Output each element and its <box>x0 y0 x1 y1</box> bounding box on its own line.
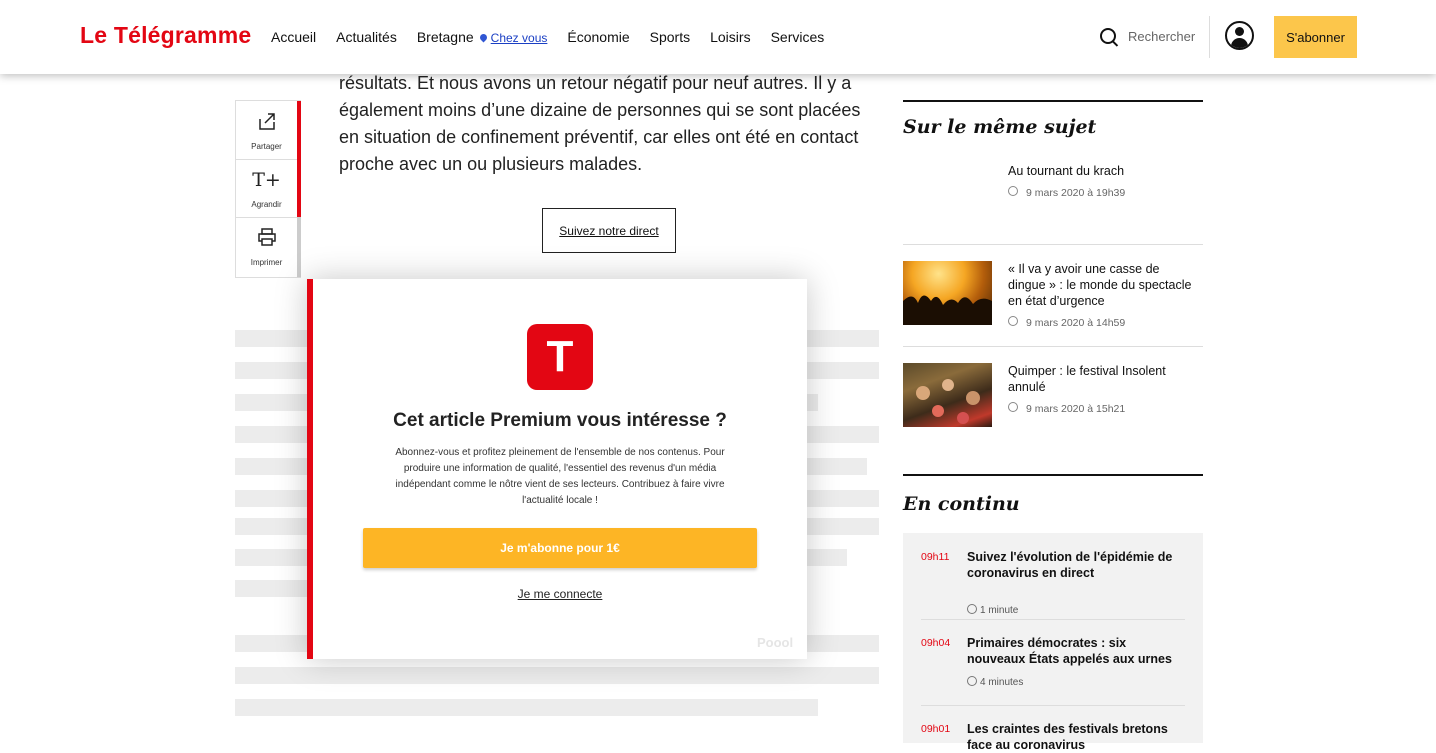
site-header: Le Télégramme Accueil Actualités Bretagn… <box>0 0 1436 74</box>
live-feed-duration: 4 minutes <box>967 675 1023 688</box>
article-paragraph: résultats. Et nous avons un retour négat… <box>339 73 861 174</box>
share-label: Partager <box>251 142 282 151</box>
live-feed-divider <box>921 619 1185 620</box>
share-icon <box>236 111 297 137</box>
premium-paywall-modal: T Cet article Premium vous intéresse ? A… <box>307 279 807 659</box>
continu-section-title: En continu <box>903 493 1020 515</box>
nav-accueil[interactable]: Accueil <box>271 29 316 45</box>
nav-sports[interactable]: Sports <box>650 29 690 45</box>
enlarge-label: Agrandir <box>251 200 282 209</box>
modal-description: Abonnez-vous et profitez pleinement de l… <box>395 447 725 506</box>
live-feed-duration-text: 4 minutes <box>980 677 1024 688</box>
print-label: Imprimer <box>250 258 283 267</box>
nav-economie[interactable]: Économie <box>567 29 629 45</box>
search-label: Rechercher <box>1128 28 1196 44</box>
live-feed-divider <box>921 705 1185 706</box>
related-divider <box>903 346 1203 347</box>
nav-services[interactable]: Services <box>771 29 825 45</box>
related-article-date: 9 mars 2020 à 15h21 <box>1008 402 1125 415</box>
related-article-title[interactable]: Au tournant du krach <box>1008 163 1198 179</box>
related-divider <box>903 244 1203 245</box>
live-feed-time: 09h11 <box>921 551 950 563</box>
related-article-title[interactable]: « Il va y avoir une casse de dingue » : … <box>1008 261 1198 309</box>
clock-icon <box>967 676 977 686</box>
modal-title: Cet article Premium vous intéresse ? <box>393 410 727 431</box>
content-placeholder-line <box>235 667 879 684</box>
telegramme-t-logo: T <box>527 324 593 390</box>
share-toolbar: Partager T+ Agrandir Imprimer <box>235 100 301 278</box>
header-divider <box>1209 16 1210 58</box>
nav-bretagne[interactable]: Bretagne <box>417 29 474 45</box>
related-article-title[interactable]: Quimper : le festival Insolent annulé <box>1008 363 1198 395</box>
follow-live-button[interactable]: Suivez notre direct <box>542 208 676 253</box>
live-feed-time: 09h04 <box>921 637 951 649</box>
user-account-icon[interactable] <box>1225 21 1254 50</box>
concert-crowd-thumbnail[interactable] <box>903 261 992 325</box>
main-nav: Accueil Actualités Bretagne Chez vous Éc… <box>271 29 844 45</box>
share-toolbar-track <box>297 217 301 277</box>
print-icon <box>236 227 297 253</box>
modal-accent-bar <box>307 279 313 659</box>
live-feed-time: 09h01 <box>921 723 951 735</box>
text-size-icon: T+ <box>252 169 281 191</box>
related-date-text: 9 mars 2020 à 19h39 <box>1026 187 1126 199</box>
enlarge-text-button[interactable]: T+ Agrandir <box>236 159 297 218</box>
poool-brand-logo: Poool <box>757 635 794 650</box>
search-icon <box>1100 28 1116 44</box>
festival-crowd-thumbnail[interactable] <box>903 363 992 427</box>
clock-icon <box>1008 316 1018 326</box>
related-date-text: 9 mars 2020 à 14h59 <box>1026 317 1126 329</box>
content-placeholder-line <box>235 699 818 716</box>
live-feed-duration: 1 minute <box>967 603 1018 616</box>
related-top-rule <box>903 100 1203 102</box>
continu-top-rule <box>903 474 1203 476</box>
related-section-title: Sur le même sujet <box>903 116 1097 138</box>
search-button[interactable]: Rechercher <box>1100 28 1195 44</box>
clock-icon <box>1008 186 1018 196</box>
nav-chez-vous-link[interactable]: Chez vous <box>491 31 548 45</box>
live-feed-title[interactable]: Les craintes des festivals bretons face … <box>967 721 1187 753</box>
user-head-shape <box>1235 27 1244 36</box>
live-feed-title[interactable]: Suivez l'évolution de l'épidémie de coro… <box>967 549 1187 581</box>
site-logo[interactable]: Le Télégramme <box>80 22 251 49</box>
related-article-date: 9 mars 2020 à 14h59 <box>1008 316 1125 329</box>
share-button[interactable]: Partager <box>236 101 297 160</box>
live-feed-duration-text: 1 minute <box>980 605 1019 616</box>
nav-loisirs[interactable]: Loisirs <box>710 29 750 45</box>
clock-icon <box>1008 402 1018 412</box>
live-feed-panel: 09h11 Suivez l'évolution de l'épidémie d… <box>903 533 1203 752</box>
clock-icon <box>967 604 977 614</box>
location-pin-icon <box>478 32 489 43</box>
login-link[interactable]: Je me connecte <box>313 587 807 601</box>
user-body-shape <box>1231 38 1248 48</box>
nav-actualites[interactable]: Actualités <box>336 29 397 45</box>
related-date-text: 9 mars 2020 à 15h21 <box>1026 403 1126 415</box>
live-feed-title[interactable]: Primaires démocrates : six nouveaux État… <box>967 635 1187 667</box>
subscribe-button[interactable]: S'abonner <box>1274 16 1357 58</box>
related-article-date: 9 mars 2020 à 19h39 <box>1008 186 1125 199</box>
print-button[interactable]: Imprimer <box>236 217 297 275</box>
subscribe-1-euro-button[interactable]: Je m'abonne pour 1€ <box>363 528 757 568</box>
